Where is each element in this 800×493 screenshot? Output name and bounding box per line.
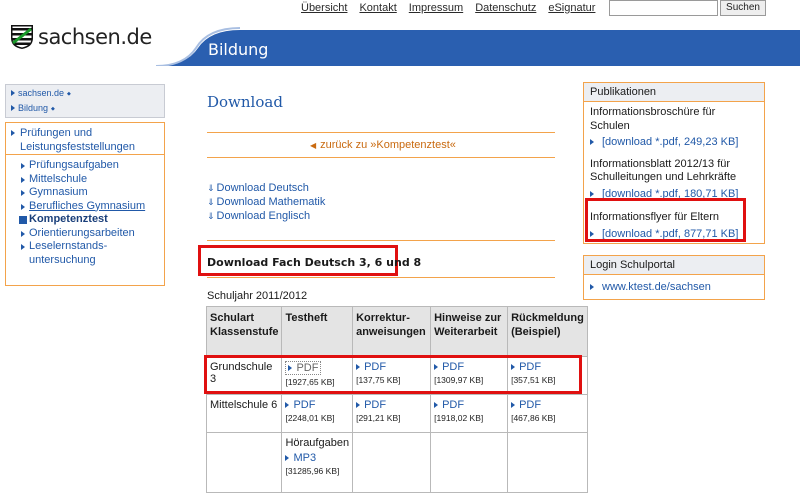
back-link[interactable]: ◀ zurück zu »Kompetenztest« [310, 139, 456, 151]
file-size: [467,86 KB] [511, 413, 556, 423]
double-chevron-left-icon: ◀ [310, 141, 317, 150]
download-link-mathematik[interactable]: ⇓ Download Mathematik [207, 195, 325, 209]
search-input[interactable] [609, 0, 718, 16]
breadcrumb: sachsen.de Bildung [5, 84, 165, 118]
publications-title: Publikationen [584, 83, 764, 102]
site-logo[interactable]: sachsen.de [10, 24, 152, 50]
sidebar-nav: Prüfungen und Leistungsfeststellungen Pr… [5, 122, 165, 286]
download-label: Download Deutsch [216, 182, 309, 194]
publication-title: Informationsbroschüre für Schulen [590, 106, 716, 132]
sidebar-item-gymnasium[interactable]: Gymnasium [6, 186, 164, 200]
mp3-link[interactable]: MP3 [285, 452, 349, 464]
download-link-englisch[interactable]: ⇓ Download Englisch [207, 209, 325, 223]
sidebar-section-title[interactable]: Prüfungen und Leistungsfeststellungen [6, 123, 164, 155]
banner-title: Bildung [208, 40, 269, 59]
download-label: Download Englisch [216, 210, 311, 222]
pdf-link[interactable]: PDF [434, 399, 504, 411]
highlight-box [585, 198, 746, 242]
login-box: Login Schulportal www.ktest.de/sachsen [583, 255, 765, 300]
publication-item: Informationsblatt 2012/13 für Schulleitu… [584, 154, 764, 202]
download-icon: ⇓ [207, 183, 215, 193]
divider [207, 277, 555, 278]
download-icon: ⇓ [207, 211, 215, 221]
page-title: Download [207, 93, 283, 111]
table-cell [430, 432, 509, 493]
section-heading: Download Fach Deutsch 3, 6 und 8 [207, 256, 422, 269]
logo-text: sachsen.de [38, 25, 152, 49]
back-link-label: zurück zu »Kompetenztest« [320, 139, 456, 151]
sidebar-item-leselernstandsuntersuchung[interactable]: Leselernstands-untersuchung [6, 240, 164, 267]
nav-link-datenschutz[interactable]: Datenschutz [475, 2, 536, 16]
file-size: [1918,02 KB] [434, 413, 484, 423]
table-header-row: Schulart Klassenstufe Testheft Korrektur… [205, 306, 588, 357]
school-cell [205, 432, 283, 493]
publication-download-link[interactable]: [download *.pdf, 249,23 KB] [590, 136, 758, 150]
pdf-link[interactable]: PDF [511, 399, 584, 411]
divider [207, 157, 555, 158]
download-icon: ⇓ [207, 197, 215, 207]
download-list: ⇓ Download Deutsch ⇓ Download Mathematik ⇓… [207, 181, 325, 223]
divider [207, 132, 555, 133]
file-size: [31285,96 KB] [285, 466, 340, 476]
breadcrumb-item-bildung[interactable]: Bildung [6, 102, 164, 115]
download-table: Schulart Klassenstufe Testheft Korrektur… [205, 306, 588, 493]
table-cell: Höraufgaben MP3 [31285,96 KB] [281, 432, 354, 493]
table-row: Höraufgaben MP3 [31285,96 KB] [205, 432, 588, 493]
search-button[interactable]: Suchen [720, 0, 766, 16]
table-cell: PDF [291,21 KB] [352, 394, 432, 433]
col-header: Rückmeldung (Beispiel) [507, 306, 588, 357]
table-cell [352, 432, 432, 493]
download-label: Download Mathematik [216, 196, 326, 208]
col-header: Korrektur-anweisungen [352, 306, 432, 357]
col-header: Hinweise zur Weiterarbeit [430, 306, 509, 357]
file-size: [2248,01 KB] [285, 413, 335, 423]
table-cell: PDF [467,86 KB] [507, 394, 588, 433]
file-size: [291,21 KB] [356, 413, 401, 423]
table-cell: PDF [1918,02 KB] [430, 394, 509, 433]
top-nav: Übersicht Kontakt Impressum Datenschutz … [301, 2, 607, 16]
audio-title: Höraufgaben [285, 437, 350, 449]
publication-title: Informationsblatt 2012/13 für Schulleitu… [590, 157, 737, 184]
nav-link-esignatur[interactable]: eSignatur [548, 2, 595, 16]
login-link[interactable]: www.ktest.de/sachsen [590, 281, 758, 295]
login-title: Login Schulportal [584, 256, 764, 275]
publication-item: Informationsbroschüre für Schulen [downl… [584, 102, 764, 150]
breadcrumb-item-sachsen[interactable]: sachsen.de [6, 87, 164, 100]
sidebar-item-kompetenztest[interactable]: Kompetenztest [6, 213, 164, 227]
divider [207, 240, 555, 241]
pdf-link[interactable]: PDF [356, 399, 427, 411]
nav-link-kontakt[interactable]: Kontakt [359, 2, 396, 16]
table-cell: PDF [2248,01 KB] [281, 394, 354, 433]
nav-link-impressum[interactable]: Impressum [409, 2, 463, 16]
pdf-link[interactable]: PDF [285, 399, 349, 411]
school-cell: Mittelschule 6 [205, 394, 283, 433]
saxony-coat-of-arms-icon [10, 24, 34, 50]
nav-link-uebersicht[interactable]: Übersicht [301, 2, 347, 16]
login-item: www.ktest.de/sachsen [584, 275, 764, 295]
col-header: Schulart Klassenstufe [205, 306, 283, 357]
sidebar-item-pruefungsaufgaben[interactable]: Prüfungsaufgaben [6, 159, 164, 173]
sidebar-item-berufliches-gymnasium[interactable]: Berufliches Gymnasium [6, 200, 164, 214]
table-row: Mittelschule 6 PDF [2248,01 KB] PDF [291… [205, 394, 588, 433]
col-header: Testheft [281, 306, 354, 357]
sidebar-item-mittelschule[interactable]: Mittelschule [6, 173, 164, 187]
table-cell [507, 432, 588, 493]
download-link-deutsch[interactable]: ⇓ Download Deutsch [207, 181, 325, 195]
school-year: Schuljahr 2011/2012 [207, 290, 308, 302]
sidebar-item-orientierungsarbeiten[interactable]: Orientierungsarbeiten [6, 227, 164, 241]
highlight-box [204, 355, 582, 394]
